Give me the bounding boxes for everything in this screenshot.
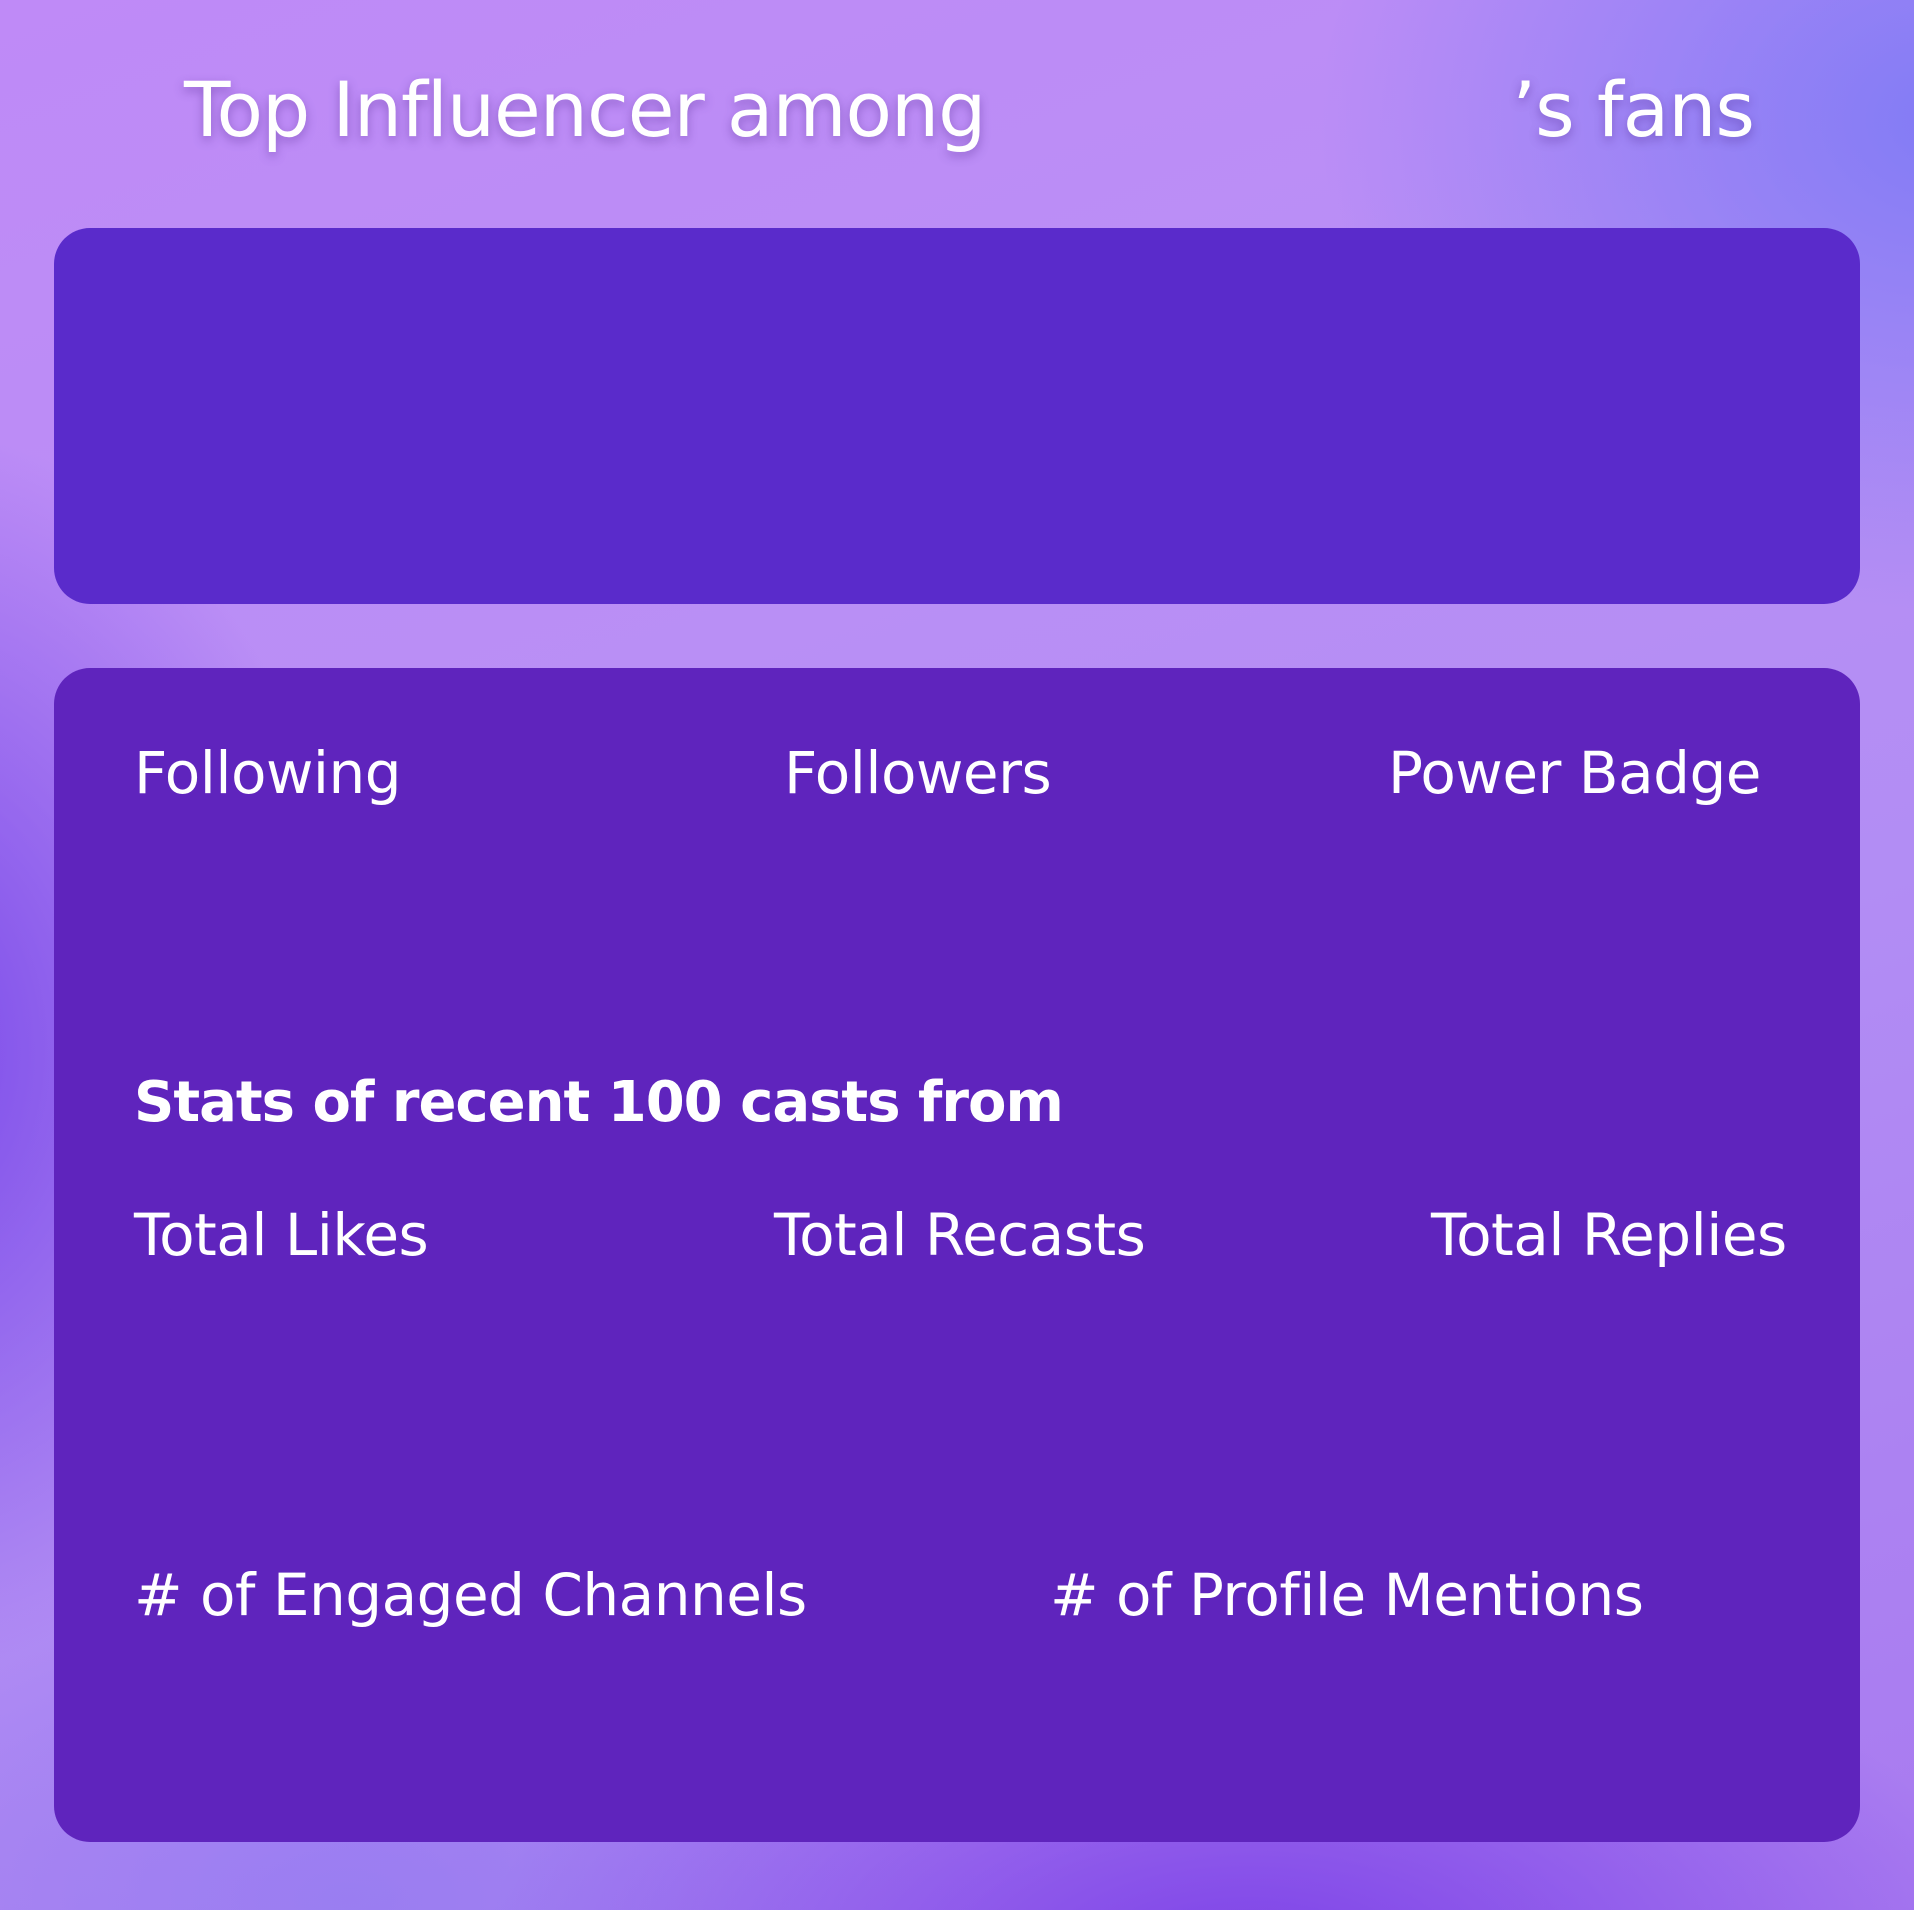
title-suffix: ’s fans bbox=[1512, 65, 1755, 154]
power-badge-label: Power Badge bbox=[1388, 739, 1761, 807]
page-title: Top Influencer among ’s fans bbox=[0, 60, 1914, 160]
total-likes-label: Total Likes bbox=[134, 1201, 429, 1269]
followers-label: Followers bbox=[784, 739, 1052, 807]
engaged-channels-label: # of Engaged Channels bbox=[134, 1561, 807, 1629]
profile-mentions-label: # of Profile Mentions bbox=[1050, 1561, 1644, 1629]
following-label: Following bbox=[134, 739, 402, 807]
total-replies-label: Total Replies bbox=[1431, 1201, 1787, 1269]
stats-card: Following Followers Power Badge Stats of… bbox=[54, 668, 1860, 1842]
cast-stats-heading: Stats of recent 100 casts from bbox=[134, 1070, 1064, 1135]
total-recasts-label: Total Recasts bbox=[774, 1201, 1146, 1269]
influencer-profile-card bbox=[54, 228, 1860, 604]
title-prefix: Top Influencer among bbox=[184, 65, 986, 154]
